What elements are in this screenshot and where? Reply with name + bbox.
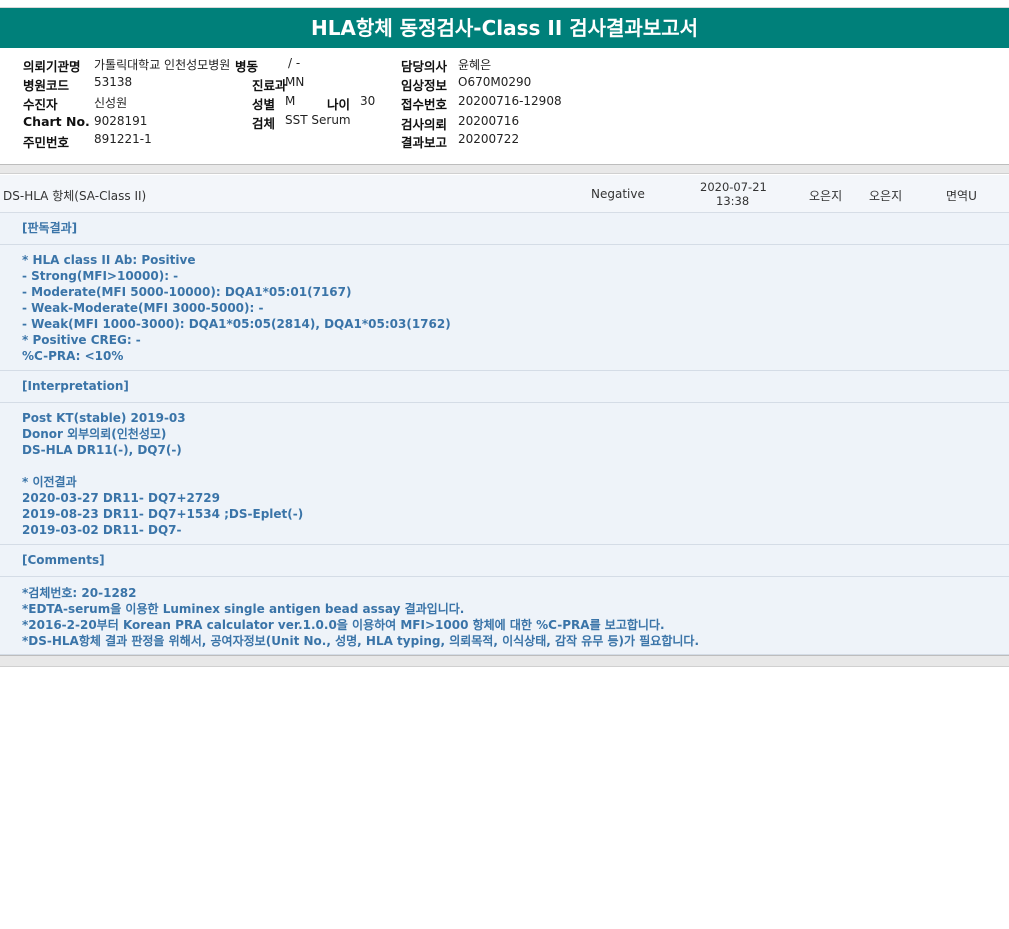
judgement-line: * Positive CREG: - [22, 333, 141, 347]
department-label: 진료과 [252, 78, 287, 93]
judgement-line: - Moderate(MFI 5000-10000): DQA1*05:01(7… [22, 285, 352, 299]
interpretation-heading: [Interpretation] [0, 371, 1009, 403]
interpretation-line: DS-HLA DR11(-), DQ7(-) [22, 443, 182, 457]
test-name: DS-HLA 항체(SA-Class II) [3, 189, 147, 203]
request-date-label: 검사의뢰 [401, 117, 448, 132]
sex-value: M [285, 94, 296, 108]
result-value: Negative [591, 187, 645, 201]
interpretation-line: Donor 외부의뢰(인천성모) [22, 427, 167, 441]
comments-line: *EDTA-serum을 이용한 Luminex single antigen … [22, 602, 465, 616]
report-body: [판독결과] * HLA class II Ab: Positive - Stro… [0, 213, 1009, 655]
doctor-label: 담당의사 [401, 59, 448, 74]
interpretation-line: 2019-08-23 DR11- DQ7+1534 ;DS-Eplet(-) [22, 507, 304, 521]
sex-label: 성별 [252, 97, 276, 112]
judgement-line: - Strong(MFI>10000): - [22, 269, 179, 283]
clinical-info-label: 임상정보 [401, 78, 448, 93]
ward-value: / - [288, 56, 301, 70]
hospital-code-value: 53138 [94, 75, 133, 89]
comments-heading: [Comments] [0, 545, 1009, 577]
institution-value: 가톨릭대학교 인천성모병원 [94, 58, 231, 72]
comments-body: *검체번호: 20-1282 *EDTA-serum을 이용한 Luminex s… [0, 577, 1009, 655]
institution-label: 의뢰기관명 [23, 59, 81, 74]
interpretation-line [22, 458, 1009, 474]
hospital-code-label: 병원코드 [23, 78, 70, 93]
comments-line: *검체번호: 20-1282 [22, 586, 137, 600]
doctor-value: 윤혜은 [458, 58, 492, 72]
judgement-body: * HLA class II Ab: Positive - Strong(MFI>… [0, 245, 1009, 371]
interpretation-line: 2020-03-27 DR11- DQ7+2729 [22, 491, 220, 505]
result-date: 2020-07-21 [700, 180, 767, 194]
id-no-value: 891221-1 [94, 132, 152, 146]
request-date-value: 20200716 [458, 114, 520, 128]
age-value: 30 [360, 94, 376, 108]
chart-no-label: Chart No. [23, 114, 90, 129]
result-time: 13:38 [716, 194, 750, 208]
interpretation-line: 2019-03-02 DR11- DQ7- [22, 523, 182, 537]
comments-line: *2016-2-20부터 Korean PRA calculator ver.1… [22, 618, 665, 632]
id-no-label: 주민번호 [23, 135, 70, 150]
receiver-label: 수진자 [23, 97, 58, 112]
chart-no-value: 9028191 [94, 114, 148, 128]
interpretation-body: Post KT(stable) 2019-03 Donor 외부의뢰(인천성모) D… [0, 403, 1009, 545]
specimen-value: SST Serum [285, 113, 351, 127]
receipt-no-label: 접수번호 [401, 97, 448, 112]
receiver-value: 신성원 [94, 96, 128, 110]
interpretation-line: * 이전결과 [22, 475, 77, 489]
report-title: HLA항체 동정검사-Class II 검사결과보고서 [0, 8, 1009, 48]
judgement-line: %C-PRA: <10% [22, 349, 124, 363]
department-value: MN [285, 75, 305, 89]
comments-line: *DS-HLA항체 결과 판정을 위해서, 공여자정보(Unit No., 성명… [22, 634, 699, 648]
report-date-label: 결과보고 [401, 135, 448, 150]
receipt-no-value: 20200716-12908 [458, 94, 562, 108]
judgement-line: * HLA class II Ab: Positive [22, 253, 196, 267]
performer-name: 오은지 [809, 189, 843, 203]
divider-top [0, 164, 1009, 174]
judgement-line: - Weak(MFI 1000-3000): DQA1*05:05(2814),… [22, 317, 451, 331]
interpretation-line: Post KT(stable) 2019-03 [22, 411, 186, 425]
judgement-heading: [판독결과] [0, 213, 1009, 245]
top-rule [0, 0, 1009, 8]
patient-info-panel: 의뢰기관명 가톨릭대학교 인천성모병원 병동 / - 담당의사 윤혜은 병원코드… [0, 48, 1009, 164]
age-label: 나이 [327, 97, 351, 112]
specimen-label: 검체 [252, 116, 276, 131]
ward-label: 병동 [235, 59, 259, 74]
judgement-line: - Weak-Moderate(MFI 3000-5000): - [22, 301, 264, 315]
divider-bottom [0, 655, 1009, 667]
result-row[interactable]: DS-HLA 항체(SA-Class II) Negative 2020-07-… [0, 175, 1009, 213]
report-date-value: 20200722 [458, 132, 520, 146]
verifier-name: 오은지 [869, 189, 903, 203]
clinical-info-value: O670M0290 [458, 75, 532, 89]
department-code: 면역U [946, 189, 977, 203]
